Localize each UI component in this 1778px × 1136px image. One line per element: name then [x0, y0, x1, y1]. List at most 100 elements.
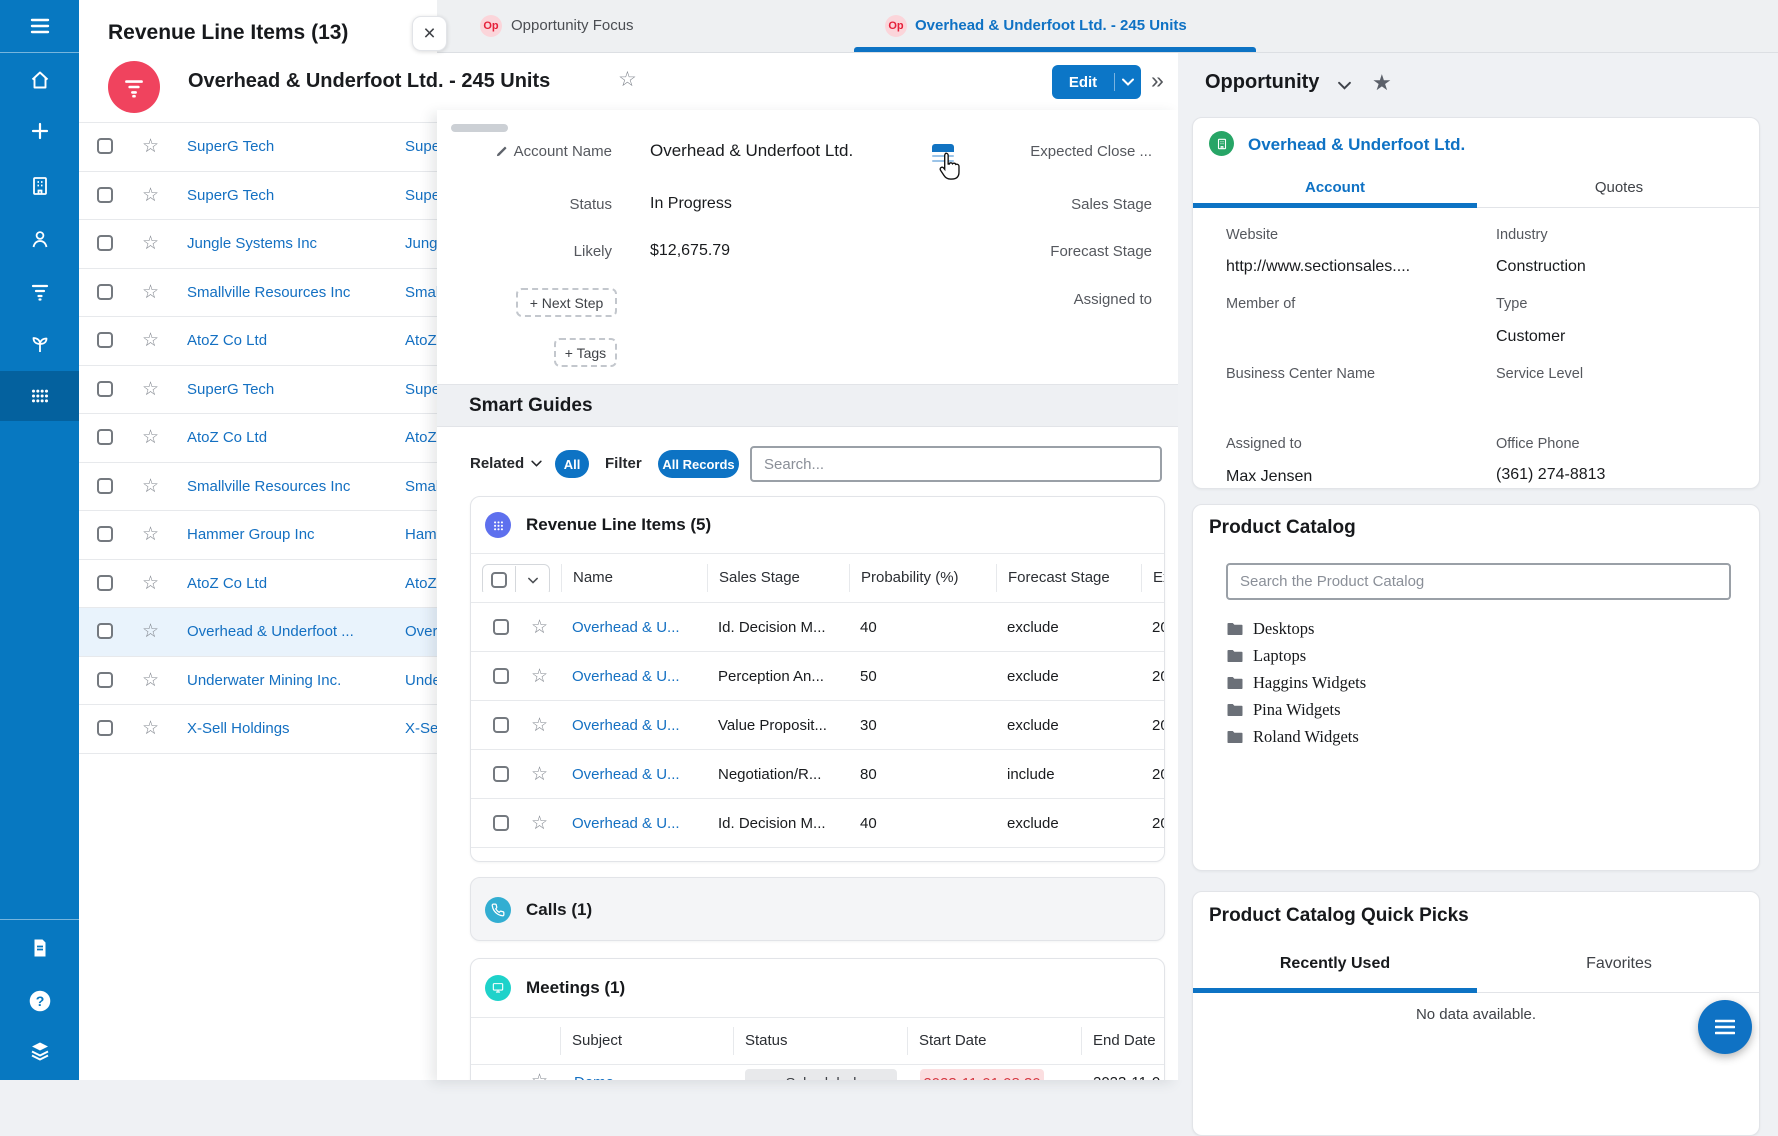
column-header-subject[interactable]: Subject — [560, 1027, 733, 1055]
rli-name-link[interactable]: Overhead & U... — [572, 619, 680, 636]
svg-text:?: ? — [35, 993, 44, 1009]
tab-quotes[interactable]: Quotes — [1477, 173, 1760, 203]
menu-icon — [1715, 1019, 1735, 1035]
edit-button[interactable]: Edit — [1052, 65, 1141, 99]
tab-account[interactable]: Account — [1193, 173, 1477, 203]
column-header-expected[interactable]: Exp — [1141, 564, 1164, 592]
row-checkbox[interactable] — [493, 619, 509, 635]
sidebar-item-opportunities[interactable] — [0, 268, 79, 314]
floating-menu-button[interactable] — [1698, 1000, 1752, 1054]
catalog-folder-item[interactable]: Laptops — [1226, 642, 1366, 669]
rli-forecast: exclude — [996, 815, 1141, 832]
favorite-star-filled-icon[interactable]: ★ — [1372, 70, 1392, 96]
meeting-subject-link[interactable]: Demo — [574, 1074, 614, 1080]
row-checkbox[interactable] — [493, 668, 509, 684]
chevron-down-icon[interactable] — [1115, 78, 1141, 86]
panel-title[interactable]: Meetings (1) — [526, 959, 625, 1015]
chevron-down-icon[interactable] — [516, 577, 549, 584]
row-checkbox[interactable] — [493, 766, 509, 782]
sidebar-item-archive[interactable] — [0, 1028, 79, 1074]
rli-expected: 202 — [1141, 766, 1164, 783]
industry-label: Industry — [1496, 227, 1548, 243]
office-phone-value[interactable]: (361) 274-8813 — [1496, 466, 1605, 484]
sidebar-item-home[interactable] — [0, 57, 79, 103]
column-header-probability[interactable]: Probability (%) — [849, 564, 996, 592]
favorite-star-icon[interactable]: ☆ — [531, 765, 548, 784]
column-header-status[interactable]: Status — [733, 1027, 907, 1055]
meetings-card: Meetings (1) Subject Status Start Date E… — [470, 958, 1165, 1080]
panel-title[interactable]: Revenue Line Items (5) — [526, 497, 711, 553]
sidebar-item-more-modules[interactable] — [0, 371, 79, 421]
sidebar-item-create[interactable] — [0, 108, 79, 154]
account-name-value[interactable]: Overhead & Underfoot Ltd. — [650, 141, 853, 161]
revenue-line-items-icon — [485, 512, 511, 538]
favorite-star-icon[interactable]: ☆ — [618, 69, 637, 90]
add-next-step-button[interactable]: + Next Step — [516, 288, 617, 317]
table-row[interactable]: ☆ Overhead & U... Id. Decision M... 40 e… — [471, 799, 1164, 848]
website-value[interactable]: http://www.sectionsales.... — [1226, 258, 1410, 276]
table-row[interactable]: ☆ Overhead & U... Id. Decision M... 40 e… — [471, 603, 1164, 652]
favorite-star-icon[interactable]: ☆ — [531, 618, 548, 637]
rli-name-link[interactable]: Overhead & U... — [572, 717, 680, 734]
tab-recently-used[interactable]: Recently Used — [1193, 949, 1477, 979]
column-header-sales-stage[interactable]: Sales Stage — [707, 564, 849, 592]
panel-title: Opportunity — [1205, 71, 1319, 94]
rli-name-link[interactable]: Overhead & U... — [572, 815, 680, 832]
product-catalog-search-input[interactable] — [1228, 565, 1729, 598]
rli-probability: 30 — [849, 717, 996, 734]
row-checkbox[interactable] — [493, 815, 509, 831]
table-row[interactable]: ☆ Overhead & U... Value Proposit... 30 e… — [471, 701, 1164, 750]
catalog-folder-item[interactable]: Desktops — [1226, 615, 1366, 642]
assigned-to-value[interactable]: Max Jensen — [1226, 468, 1312, 486]
favorite-star-icon[interactable]: ☆ — [531, 814, 548, 833]
row-checkbox[interactable] — [493, 717, 509, 733]
column-header-forecast-stage[interactable]: Forecast Stage — [996, 564, 1141, 592]
account-name-link[interactable]: Overhead & Underfoot Ltd. — [1248, 135, 1465, 155]
sidebar-item-documents[interactable] — [0, 925, 79, 971]
table-row[interactable]: ☆ Overhead & U... Negotiation/R... 80 in… — [471, 750, 1164, 799]
rli-forecast: include — [996, 766, 1141, 783]
catalog-folder-item[interactable]: Roland Widgets — [1226, 723, 1366, 750]
calls-card[interactable]: Calls (1) — [470, 877, 1165, 941]
likely-label: Likely — [574, 243, 612, 260]
revenue-line-items-module-icon — [108, 61, 160, 113]
catalog-folder-item[interactable]: Haggins Widgets — [1226, 669, 1366, 696]
chevron-down-icon[interactable] — [1338, 81, 1351, 90]
related-search-input[interactable] — [752, 448, 1160, 480]
favorite-star-icon[interactable]: ☆ — [531, 1072, 548, 1080]
catalog-folder-item[interactable]: Pina Widgets — [1226, 696, 1366, 723]
folder-icon — [1226, 621, 1244, 637]
column-header-end-date[interactable]: End Date — [1081, 1027, 1164, 1055]
horizontal-scrollbar[interactable] — [451, 124, 508, 132]
panel-title[interactable]: Calls (1) — [526, 878, 592, 942]
sidebar-item-accounts[interactable] — [0, 163, 79, 209]
folder-icon — [1226, 702, 1244, 718]
column-header-name[interactable]: Name — [561, 564, 707, 592]
column-header-start-date[interactable]: Start Date — [907, 1027, 1081, 1055]
related-all-pill[interactable]: All — [555, 450, 589, 478]
help-icon[interactable]: ? — [0, 978, 79, 1024]
select-all-combo[interactable] — [482, 564, 550, 592]
related-dropdown[interactable]: Related — [470, 455, 542, 472]
favorite-star-icon[interactable]: ☆ — [531, 667, 548, 686]
menu-icon[interactable] — [0, 3, 79, 49]
tab-overhead-underfoot[interactable]: Overhead & Underfoot Ltd. - 245 Units — [915, 0, 1187, 52]
filter-all-records-pill[interactable]: All Records — [658, 450, 739, 478]
tab-favorites[interactable]: Favorites — [1477, 949, 1760, 979]
collapse-drawer-icon[interactable]: » — [1151, 52, 1164, 110]
add-tags-button[interactable]: + Tags — [554, 338, 617, 367]
sidebar-item-contacts[interactable] — [0, 216, 79, 262]
sidebar-item-leads[interactable] — [0, 320, 79, 366]
panel-title: Product Catalog — [1209, 517, 1356, 539]
table-row[interactable]: ☆ Demo Scheduled 2023-11-01 08:30 2023-1… — [471, 1065, 1164, 1080]
tab-opportunity-focus[interactable]: Opportunity Focus — [511, 0, 634, 52]
app-sidebar: ? — [0, 0, 79, 1080]
rli-name-link[interactable]: Overhead & U... — [572, 668, 680, 685]
close-drawer-button[interactable]: × — [412, 16, 447, 51]
select-all-checkbox[interactable] — [491, 572, 507, 588]
rli-name-link[interactable]: Overhead & U... — [572, 766, 680, 783]
mouse-pointer-cursor — [935, 151, 965, 183]
sidebar-divider — [0, 919, 79, 920]
table-row[interactable]: ☆ Overhead & U... Perception An... 50 ex… — [471, 652, 1164, 701]
favorite-star-icon[interactable]: ☆ — [531, 716, 548, 735]
